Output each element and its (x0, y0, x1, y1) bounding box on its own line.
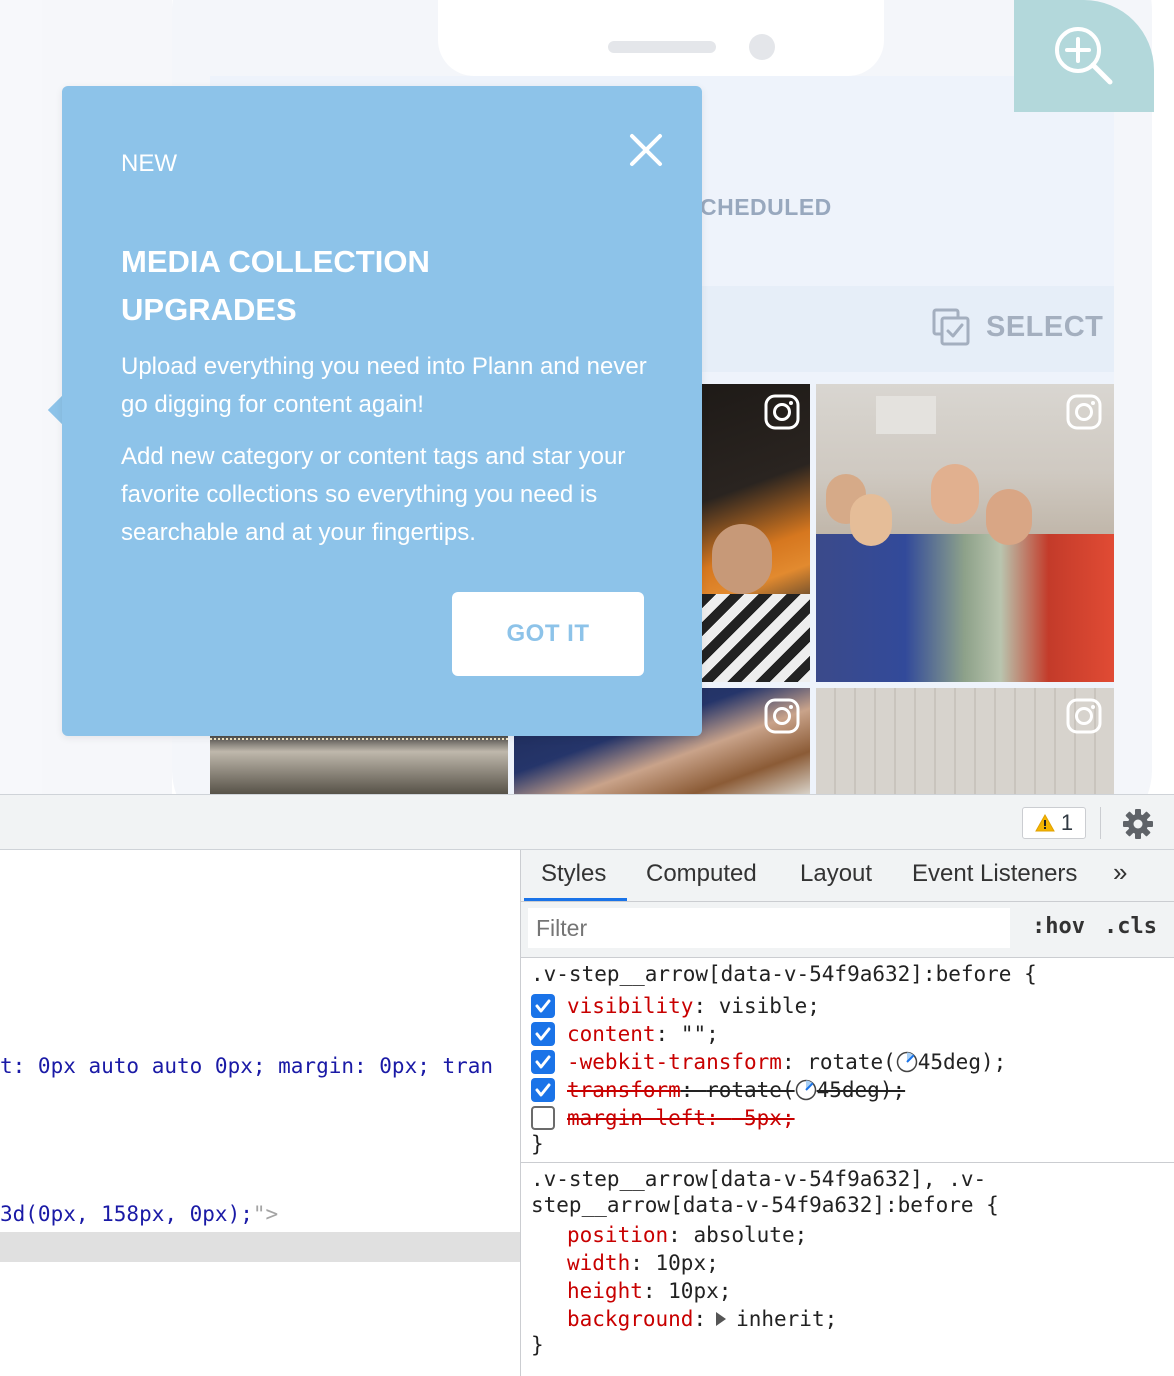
property-name[interactable]: margin-left (567, 1106, 706, 1130)
select-button[interactable]: SELECT (932, 308, 1103, 346)
media-tile-wall[interactable] (816, 688, 1114, 794)
property-name[interactable]: content (567, 1022, 656, 1046)
property-checkbox[interactable] (531, 1078, 555, 1102)
property-name[interactable]: -webkit-transform (567, 1050, 782, 1074)
warning-icon (1035, 814, 1055, 832)
tab-event-listeners[interactable]: Event Listeners (912, 860, 1077, 888)
css-property-transform[interactable]: transform: rotate(45deg); (531, 1076, 905, 1104)
tab-styles[interactable]: Styles (541, 860, 606, 888)
property-value[interactable]: inherit; (736, 1307, 837, 1331)
app-area: CHEDULED SELECT NEW MEDIA COLLECTION UPG… (0, 0, 1174, 794)
dom-attribute-value: 3d(0px, 158px, 0px); (0, 1202, 253, 1226)
property-value[interactable]: absolute; (693, 1223, 807, 1247)
dom-attribute-line-end[interactable]: 3d(0px, 158px, 0px);"> (0, 1202, 278, 1226)
angle-clock-icon[interactable] (896, 1051, 918, 1073)
css-property-margin-left[interactable]: margin-left: -5px; (531, 1104, 795, 1132)
rule-close-brace: } (531, 1333, 544, 1357)
property-value[interactable]: 10px; (668, 1279, 731, 1303)
cls-toggle[interactable]: .cls (1104, 914, 1157, 939)
phone-notch (438, 0, 884, 76)
rule-selector[interactable]: .v-step__arrow[data-v-54f9a632]:before { (531, 962, 1037, 986)
dom-selected-row[interactable] (0, 1232, 520, 1262)
property-name[interactable]: position (567, 1223, 668, 1247)
property-name[interactable]: width (567, 1251, 630, 1275)
toolbar-divider (1100, 807, 1101, 839)
styles-tabbar: Styles Computed Layout Event Listeners » (521, 850, 1174, 902)
css-property-visibility[interactable]: visibility: visible; (531, 992, 820, 1020)
css-rule-1: .v-step__arrow[data-v-54f9a632]:before {… (521, 958, 1174, 1162)
css-property-background[interactable]: background: inherit; (567, 1305, 837, 1333)
instagram-icon (764, 698, 800, 734)
property-value[interactable]: 10px; (656, 1251, 719, 1275)
property-checkbox[interactable] (531, 1106, 555, 1130)
tab-computed[interactable]: Computed (646, 860, 757, 888)
property-value-prefix[interactable]: rotate( (706, 1078, 795, 1102)
property-value[interactable]: ""; (681, 1022, 719, 1046)
gear-icon[interactable] (1122, 808, 1154, 840)
expand-triangle-icon[interactable] (716, 1312, 727, 1326)
media-tile-party-1[interactable] (702, 384, 810, 682)
tooltip-body-1: Upload everything you need into Plann an… (121, 353, 647, 418)
property-value-prefix[interactable]: rotate( (807, 1050, 896, 1074)
angle-clock-icon[interactable] (795, 1079, 817, 1101)
close-icon[interactable] (628, 132, 664, 168)
instagram-icon (1066, 698, 1102, 734)
property-value-suffix[interactable]: 45deg); (918, 1050, 1007, 1074)
active-tab-indicator (524, 898, 627, 901)
dom-tag-close: "> (252, 1202, 279, 1226)
hov-toggle[interactable]: :hov (1032, 914, 1085, 939)
dom-attribute-line[interactable]: t: 0px auto auto 0px; margin: 0px; tran (0, 1054, 493, 1078)
css-property-width[interactable]: width: 10px; (567, 1249, 719, 1277)
chevron-double-right-icon[interactable]: » (1113, 857, 1127, 888)
property-checkbox[interactable] (531, 994, 555, 1018)
property-name[interactable]: transform (567, 1078, 681, 1102)
rule-close-brace: } (531, 1132, 544, 1156)
warnings-count: 1 (1060, 810, 1074, 835)
css-property-position[interactable]: position: absolute; (567, 1221, 807, 1249)
css-property-content[interactable]: content: ""; (531, 1020, 719, 1048)
warnings-badge[interactable]: 1 (1022, 807, 1086, 839)
left-rail (0, 0, 42, 794)
phone-speaker (608, 41, 716, 53)
property-checkbox[interactable] (531, 1050, 555, 1074)
rule-selector-line-1[interactable]: .v-step__arrow[data-v-54f9a632], .v- (531, 1167, 986, 1191)
phone-camera (749, 34, 775, 60)
property-name[interactable]: height (567, 1279, 643, 1303)
tab-layout[interactable]: Layout (800, 860, 872, 888)
select-icon (932, 308, 970, 346)
css-property-height[interactable]: height: 10px; (567, 1277, 731, 1305)
property-name[interactable]: background (567, 1307, 693, 1331)
elements-panel[interactable]: t: 0px auto auto 0px; margin: 0px; tran … (0, 850, 520, 1376)
property-name[interactable]: visibility (567, 994, 693, 1018)
instagram-icon (1066, 394, 1102, 430)
tab-scheduled[interactable]: CHEDULED (700, 194, 832, 221)
instagram-icon (764, 394, 800, 430)
tooltip-title: MEDIA COLLECTION UPGRADES (121, 244, 430, 327)
filter-row: :hov .cls (521, 902, 1174, 958)
devtools: 1 t: 0px auto auto 0px; margin: 0px; tra… (0, 794, 1174, 1376)
property-value[interactable]: -5px; (731, 1106, 794, 1130)
tooltip-body-2: Add new category or content tags and sta… (121, 443, 626, 546)
devtools-toolbar: 1 (0, 794, 1174, 850)
property-value[interactable]: visible; (719, 994, 820, 1018)
styles-filter-input[interactable] (528, 908, 1010, 948)
zoom-in-icon (1055, 27, 1113, 85)
css-rule-2: .v-step__arrow[data-v-54f9a632], .v- ste… (521, 1163, 1174, 1376)
got-it-button[interactable]: GOT IT (452, 592, 644, 676)
css-property-webkit-transform[interactable]: -webkit-transform: rotate(45deg); (531, 1048, 1006, 1076)
media-tile-party-2[interactable] (816, 384, 1114, 682)
tooltip-eyebrow: NEW (121, 150, 177, 177)
styles-panel: Styles Computed Layout Event Listeners »… (520, 850, 1174, 1376)
select-label: SELECT (986, 310, 1104, 343)
property-checkbox[interactable] (531, 1022, 555, 1046)
property-value-suffix[interactable]: 45deg); (817, 1078, 906, 1102)
rule-selector-line-2[interactable]: step__arrow[data-v-54f9a632]:before { (531, 1193, 999, 1217)
feature-tooltip: NEW MEDIA COLLECTION UPGRADES Upload eve… (62, 86, 702, 736)
